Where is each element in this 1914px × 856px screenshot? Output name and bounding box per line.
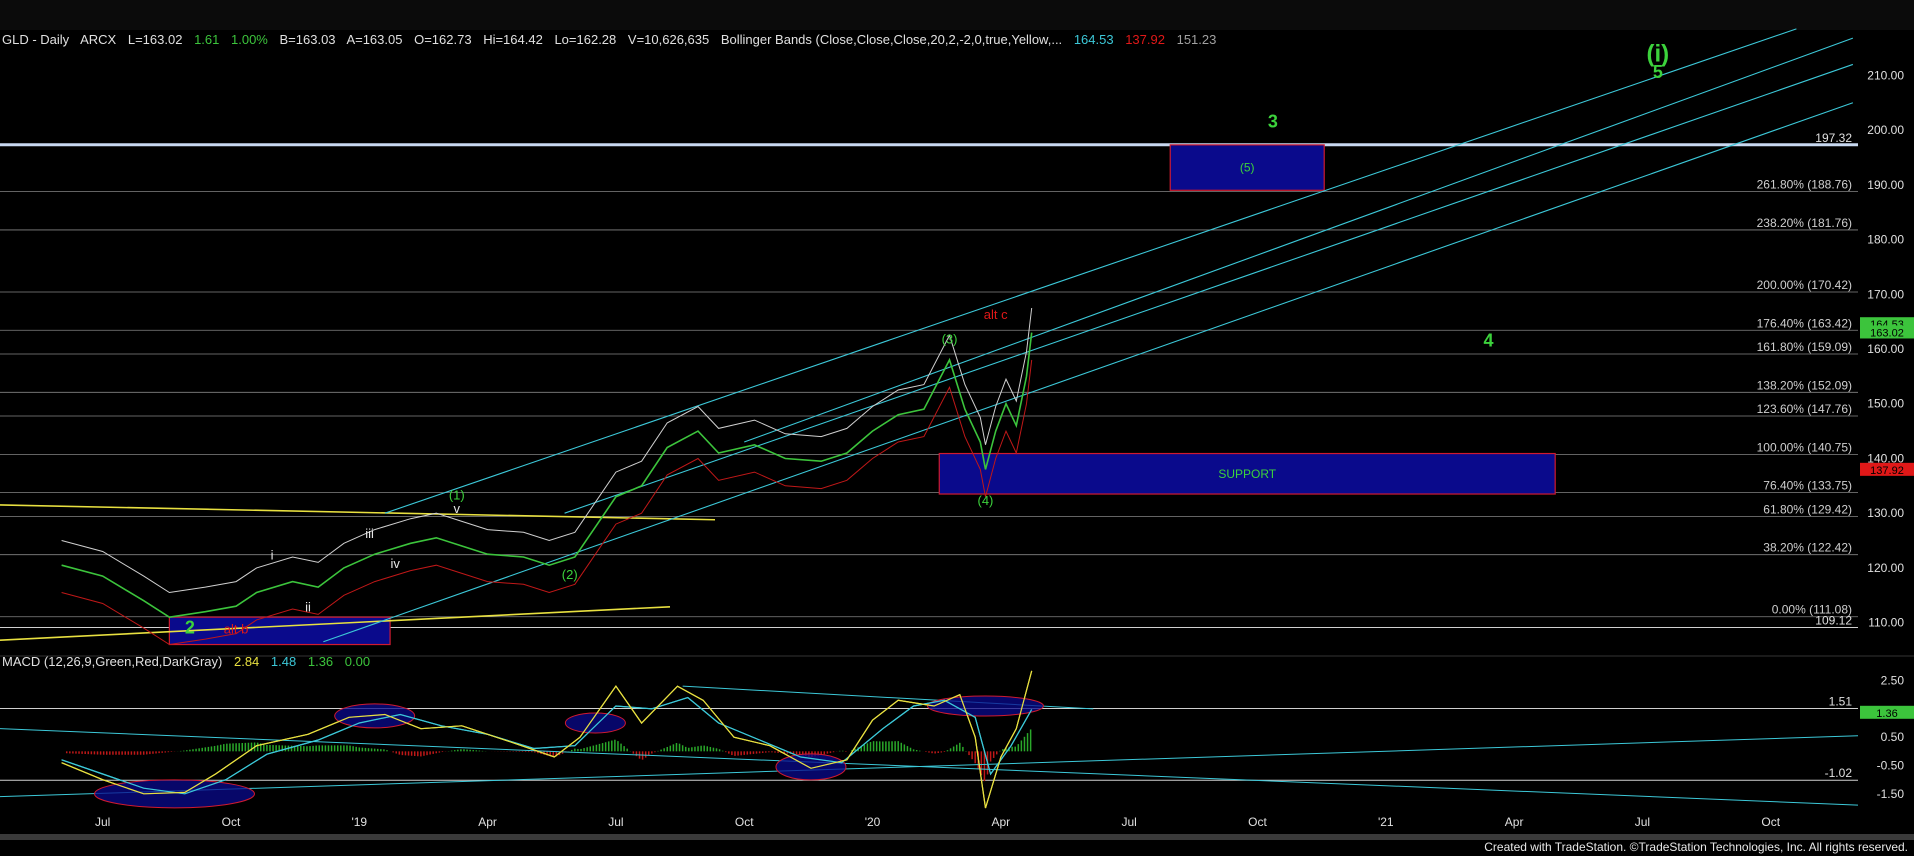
time-axis-label: '21 bbox=[1378, 815, 1394, 829]
time-axis-label: '20 bbox=[865, 815, 881, 829]
price-axis-label: 160.00 bbox=[1867, 342, 1904, 356]
header-bb-lower: 137.92 bbox=[1125, 32, 1165, 47]
price-axis-label: 210.00 bbox=[1867, 68, 1904, 82]
macd-level-label: -1.02 bbox=[1825, 766, 1853, 780]
time-axis-label: Jul bbox=[608, 815, 623, 829]
macd-header: MACD (12,26,9,Green,Red,DarkGray) 2.84 1… bbox=[2, 654, 370, 669]
wave-label: i bbox=[271, 548, 274, 563]
tradestation-chart[interactable]: 110.00120.00130.00140.00150.00160.00170.… bbox=[0, 0, 1914, 856]
macd-axis-label: -0.50 bbox=[1877, 759, 1905, 773]
macd-level-label: 1.51 bbox=[1829, 695, 1853, 709]
fib-level-label: 200.00% (170.42) bbox=[1757, 278, 1852, 292]
wave-label: 3 bbox=[1268, 111, 1278, 131]
divergence-ellipse bbox=[94, 779, 256, 809]
header-indicator: Bollinger Bands (Close,Close,Close,20,2,… bbox=[721, 32, 1062, 47]
time-axis-label: Jul bbox=[95, 815, 110, 829]
header-change: 1.61 bbox=[194, 32, 219, 47]
time-axis-label: Oct bbox=[735, 815, 754, 829]
time-axis-label: Oct bbox=[1761, 815, 1780, 829]
header-ask: A=163.05 bbox=[346, 32, 402, 47]
wave-label: 5 bbox=[1653, 62, 1663, 82]
horizontal-level-label: 109.12 bbox=[1815, 613, 1852, 627]
price-axis-label: 190.00 bbox=[1867, 178, 1904, 192]
time-axis-label: Apr bbox=[992, 815, 1011, 829]
price-header: GLD - Daily ARCX L=163.02 1.61 1.00% B=1… bbox=[2, 32, 1216, 47]
time-axis-label: Apr bbox=[478, 815, 497, 829]
price-axis-label: 110.00 bbox=[1868, 616, 1904, 630]
header-open: O=162.73 bbox=[414, 32, 471, 47]
header-volume: V=10,626,635 bbox=[628, 32, 709, 47]
macd-tag-label: 1.36 bbox=[1876, 708, 1897, 720]
fib-level-label: 261.80% (188.76) bbox=[1757, 178, 1852, 192]
macd-axis-label: 2.50 bbox=[1881, 674, 1905, 688]
time-axis-label: Oct bbox=[1248, 815, 1267, 829]
footer-copyright: Created with TradeStation. ©TradeStation… bbox=[1484, 840, 1908, 854]
fib-level-label: 238.20% (181.76) bbox=[1757, 216, 1852, 230]
header-bb-mid: 151.23 bbox=[1177, 32, 1217, 47]
divergence-ellipse bbox=[334, 703, 416, 729]
wave-label: (4) bbox=[978, 493, 994, 508]
wave-label: ii bbox=[305, 600, 311, 615]
time-axis-label: Oct bbox=[222, 815, 241, 829]
fib-level-label: 161.80% (159.09) bbox=[1757, 340, 1852, 354]
wave-label: (2) bbox=[562, 567, 578, 582]
price-axis-label: 180.00 bbox=[1867, 233, 1904, 247]
price-tag-label: 137.92 bbox=[1870, 465, 1904, 477]
fib-level-label: 123.60% (147.76) bbox=[1757, 402, 1852, 416]
time-axis-label: Apr bbox=[1505, 815, 1524, 829]
fib-level-label: 176.40% (163.42) bbox=[1757, 316, 1852, 330]
fib-level-label: 38.20% (122.42) bbox=[1763, 541, 1852, 555]
time-axis-label: '19 bbox=[351, 815, 367, 829]
fib-level-label: 138.20% (152.09) bbox=[1757, 378, 1852, 392]
divergence-ellipse bbox=[926, 695, 1044, 717]
price-axis-label: 170.00 bbox=[1867, 287, 1904, 301]
price-axis-label: 150.00 bbox=[1867, 397, 1904, 411]
wave-label: 2 bbox=[185, 618, 195, 638]
wave-label: alt b bbox=[224, 622, 249, 637]
wave-label: alt c bbox=[984, 307, 1008, 322]
wave-label: (3) bbox=[942, 332, 958, 347]
header-bid: B=163.03 bbox=[280, 32, 336, 47]
macd-signal-value: 1.48 bbox=[271, 654, 296, 669]
price-axis-label: 130.00 bbox=[1867, 506, 1904, 520]
macd-value: 2.84 bbox=[234, 654, 259, 669]
price-tag-label: 163.02 bbox=[1870, 327, 1904, 339]
header-exchange: ARCX bbox=[80, 32, 116, 47]
macd-diff-value: 1.36 bbox=[308, 654, 333, 669]
fib-level-label: 61.80% (129.42) bbox=[1763, 502, 1852, 516]
macd-axis-label: 0.50 bbox=[1881, 730, 1905, 744]
wave-label: 4 bbox=[1483, 330, 1493, 350]
price-axis-label: 200.00 bbox=[1867, 123, 1904, 137]
header-bb-upper: 164.53 bbox=[1074, 32, 1114, 47]
horizontal-level-label: 197.32 bbox=[1815, 131, 1852, 145]
zone-label: (5) bbox=[1240, 161, 1255, 175]
divergence-ellipse bbox=[775, 753, 847, 781]
header-last: L=163.02 bbox=[128, 32, 183, 47]
time-axis-label: Jul bbox=[1121, 815, 1136, 829]
wave-label: iii bbox=[365, 526, 374, 541]
time-axis-label: Jul bbox=[1635, 815, 1650, 829]
macd-label: MACD (12,26,9,Green,Red,DarkGray) bbox=[2, 654, 222, 669]
header-change-pct: 1.00% bbox=[231, 32, 268, 47]
header-low: Lo=162.28 bbox=[554, 32, 616, 47]
header-high: Hi=164.42 bbox=[483, 32, 543, 47]
wave-label: iv bbox=[391, 556, 401, 571]
header-symbol: GLD - Daily bbox=[2, 32, 70, 47]
zone-label: SUPPORT bbox=[1218, 467, 1276, 481]
wave-label: v bbox=[454, 501, 461, 516]
fib-level-label: 76.40% (133.75) bbox=[1763, 479, 1852, 493]
macd-zero-value: 0.00 bbox=[345, 654, 370, 669]
price-axis-label: 120.00 bbox=[1867, 561, 1904, 575]
macd-axis-label: -1.50 bbox=[1877, 787, 1905, 801]
fib-level-label: 100.00% (140.75) bbox=[1757, 440, 1852, 454]
